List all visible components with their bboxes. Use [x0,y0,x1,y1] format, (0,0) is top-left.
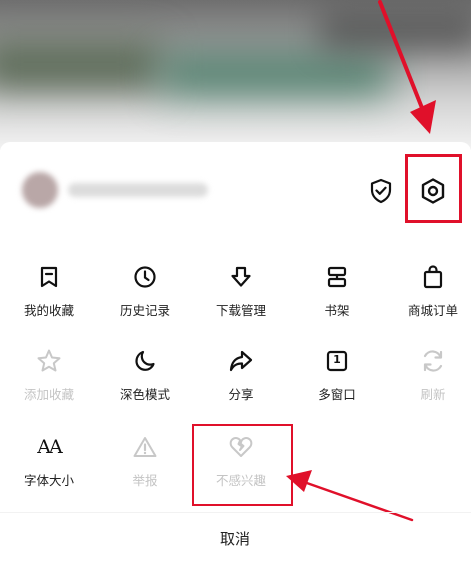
menu-item-multi-window[interactable]: 1 多窗口 [290,346,384,418]
preview-blur-shape [160,55,390,95]
menu-item-add-favorite[interactable]: 添加收藏 [2,346,96,418]
menu-item-dark-mode[interactable]: 深色模式 [98,346,192,418]
menu-item-label: 我的收藏 [23,303,74,318]
menu-item-label: 深色模式 [119,387,170,402]
menu-item-mall-orders[interactable]: 商城订单 [386,262,471,334]
share-arrow-icon [226,346,256,376]
bookmark-icon [34,262,64,292]
refresh-icon [418,346,448,376]
menu-item-label: 历史记录 [119,303,170,318]
menu-item-my-favorites[interactable]: 我的收藏 [2,262,96,334]
window-count-badge: 1 [333,353,341,366]
annotation-arrow-left [286,470,414,522]
menu-item-label: 分享 [228,387,254,402]
menu-item-label: 商城订单 [407,303,458,318]
menu-item-share[interactable]: 分享 [194,346,288,418]
shield-check-icon[interactable] [366,176,396,206]
menu-item-history[interactable]: 历史记录 [98,262,192,334]
clock-icon [130,262,160,292]
divider [0,512,471,513]
menu-item-bookshelf[interactable]: 书架 [290,262,384,334]
menu-item-label: 下载管理 [215,303,266,318]
account-row[interactable] [22,170,222,210]
avatar [22,172,58,208]
star-icon [34,346,64,376]
annotation-highlight-box [405,154,462,223]
menu-item-font-size[interactable]: AA 字体大小 [2,432,96,504]
menu-item-label: 字体大小 [23,473,74,488]
bookshelf-icon [322,262,352,292]
shopping-bag-icon [418,262,448,292]
menu-item-label: 举报 [132,473,158,488]
menu-item-label: 添加收藏 [23,387,74,402]
menu-item-label: 刷新 [420,387,446,402]
font-size-icon: AA [34,432,64,462]
menu-item-report[interactable]: 举报 [98,432,192,504]
annotation-arrow-down [378,0,436,134]
warning-icon [130,432,160,462]
moon-icon [130,346,160,376]
font-size-glyph: AA [37,436,62,458]
menu-item-label: 多窗口 [318,387,356,402]
annotation-highlight-box [192,424,293,506]
multi-window-icon: 1 [322,346,352,376]
menu-item-refresh[interactable]: 刷新 [386,346,471,418]
account-name-blurred [68,183,208,197]
cancel-button[interactable]: 取消 [185,528,285,549]
download-arrow-icon [226,262,256,292]
menu-item-download-manager[interactable]: 下载管理 [194,262,288,334]
preview-blur-shape [0,40,160,90]
menu-item-label: 书架 [324,303,350,318]
